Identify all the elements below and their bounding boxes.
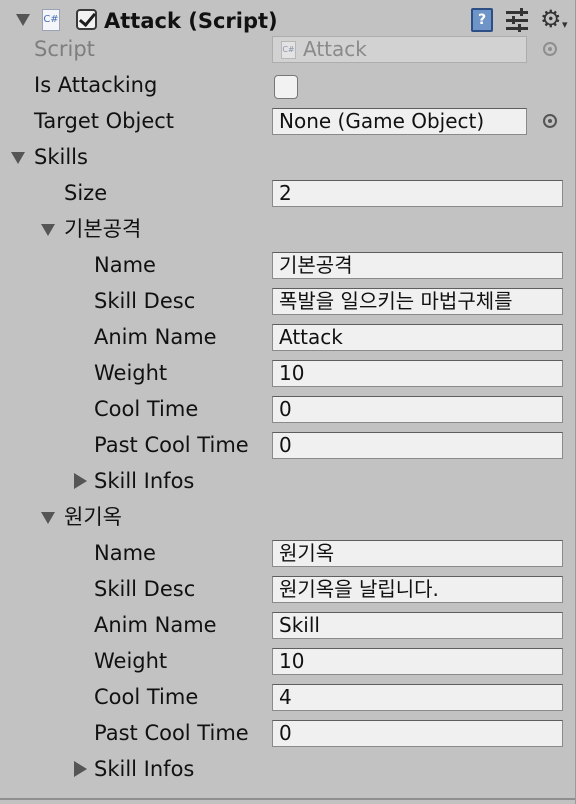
weight-row: Weight 10: [0, 355, 576, 391]
weight-field[interactable]: 10: [272, 648, 563, 675]
past-cool-time-label: Past Cool Time: [94, 721, 249, 745]
element-header-label: 기본공격: [64, 217, 142, 241]
weight-label: Weight: [94, 649, 168, 673]
skill-infos-label: Skill Infos: [94, 469, 195, 493]
cool-time-field[interactable]: 4: [272, 684, 563, 711]
script-file-icon: C#: [281, 41, 296, 59]
presets-sliders-icon[interactable]: [506, 8, 530, 32]
skill-element-foldout[interactable]: 원기옥: [0, 499, 576, 535]
skills-foldout[interactable]: Skills: [0, 139, 576, 175]
anim-name-label: Anim Name: [94, 325, 217, 349]
past-cool-time-row: Past Cool Time 0: [0, 715, 576, 751]
element-expand-arrow-icon[interactable]: [41, 512, 55, 524]
help-book-icon[interactable]: ?: [471, 8, 493, 32]
cool-time-label: Cool Time: [94, 397, 199, 421]
past-cool-time-field[interactable]: 0: [272, 720, 563, 747]
cool-time-label: Cool Time: [94, 685, 199, 709]
anim-name-row: Anim Name Attack: [0, 319, 576, 355]
weight-row: Weight 10: [0, 643, 576, 679]
cool-time-field[interactable]: 0: [272, 396, 563, 423]
cool-time-row: Cool Time 0: [0, 391, 576, 427]
is-attacking-row: Is Attacking: [0, 67, 576, 103]
weight-label: Weight: [94, 361, 168, 385]
anim-name-field[interactable]: Attack: [272, 324, 563, 351]
component-enabled-checkbox[interactable]: [76, 9, 97, 30]
skills-label: Skills: [34, 145, 88, 169]
script-value: Attack: [303, 37, 367, 61]
skill-infos-foldout[interactable]: Skill Infos: [0, 751, 576, 787]
name-row: Name 기본공격: [0, 247, 576, 283]
name-row: Name 원기옥: [0, 535, 576, 571]
is-attacking-label: Is Attacking: [34, 73, 158, 97]
script-label: Script: [34, 37, 95, 61]
target-object-row: Target Object None (Game Object): [0, 103, 576, 139]
skill-desc-field[interactable]: 폭발을 일으키는 마법구체를: [272, 288, 563, 315]
size-field[interactable]: 2: [272, 180, 563, 207]
gear-icon[interactable]: ⚙ ▾: [540, 6, 568, 32]
skill-infos-expand-arrow-icon[interactable]: [74, 473, 87, 489]
skill-desc-row: Skill Desc 폭발을 일으키는 마법구체를: [0, 283, 576, 319]
past-cool-time-row: Past Cool Time 0: [0, 427, 576, 463]
script-picker-icon: [543, 42, 557, 56]
anim-name-row: Anim Name Skill: [0, 607, 576, 643]
skill-infos-label: Skill Infos: [94, 757, 195, 781]
past-cool-time-label: Past Cool Time: [94, 433, 249, 457]
skill-element-foldout[interactable]: 기본공격: [0, 211, 576, 247]
anim-name-field[interactable]: Skill: [272, 612, 563, 639]
element-header-label: 원기옥: [64, 505, 122, 529]
divider: [0, 798, 575, 800]
cool-time-row: Cool Time 4: [0, 679, 576, 715]
skill-desc-field[interactable]: 원기옥을 날립니다.: [272, 576, 563, 603]
size-label: Size: [64, 181, 108, 205]
skill-desc-label: Skill Desc: [94, 577, 196, 601]
skills-expand-arrow-icon[interactable]: [11, 152, 25, 164]
skill-desc-label: Skill Desc: [94, 289, 196, 313]
anim-name-label: Anim Name: [94, 613, 217, 637]
skill-infos-foldout[interactable]: Skill Infos: [0, 463, 576, 499]
element-expand-arrow-icon[interactable]: [41, 224, 55, 236]
target-object-picker-icon[interactable]: [543, 114, 557, 128]
csharp-script-icon: C#: [42, 9, 60, 31]
name-field[interactable]: 기본공격: [272, 252, 563, 279]
script-row: Script C# Attack: [0, 31, 576, 67]
skill-infos-expand-arrow-icon[interactable]: [74, 761, 87, 777]
collapse-arrow-icon[interactable]: [16, 14, 30, 26]
skill-desc-row: Skill Desc 원기옥을 날립니다.: [0, 571, 576, 607]
target-object-field[interactable]: None (Game Object): [272, 108, 527, 135]
script-field: C# Attack: [272, 36, 527, 63]
name-field[interactable]: 원기옥: [272, 540, 563, 567]
skills-size-row: Size 2: [0, 175, 576, 211]
weight-field[interactable]: 10: [272, 360, 563, 387]
name-label: Name: [94, 541, 156, 565]
target-object-label: Target Object: [34, 109, 175, 133]
inspector-panel: C# Attack (Script) ? ⚙ ▾ Script C# Attack…: [0, 0, 576, 804]
past-cool-time-field[interactable]: 0: [272, 432, 563, 459]
name-label: Name: [94, 253, 156, 277]
is-attacking-checkbox[interactable]: [274, 75, 298, 99]
